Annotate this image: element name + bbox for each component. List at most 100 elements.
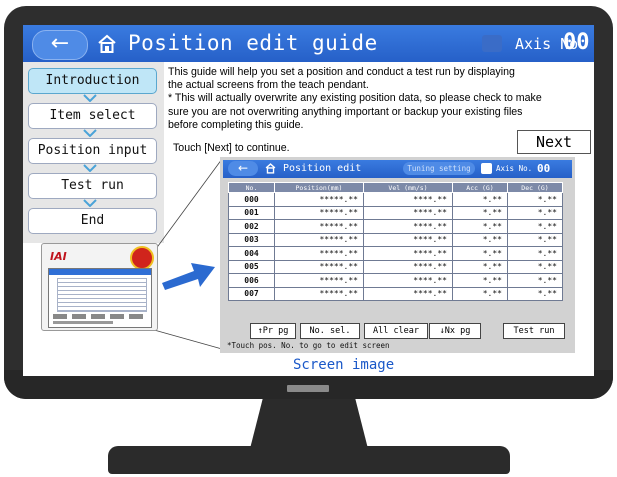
- table-row[interactable]: 005 *****.** ****.** *.** *.**: [228, 259, 563, 274]
- iai-logo: IAI: [50, 250, 67, 263]
- chevron-down-icon: [83, 129, 97, 137]
- acc-value: *.**: [452, 205, 508, 220]
- dec-value: *.**: [507, 232, 563, 247]
- preview-note: *Touch pos. No. to go to edit screen: [227, 341, 390, 350]
- position-no[interactable]: 005: [228, 259, 275, 274]
- preview-tuning-setting: Tuning setting: [403, 162, 475, 175]
- back-button[interactable]: ←: [32, 30, 88, 60]
- back-arrow-icon: ←: [50, 31, 70, 56]
- step-test-run[interactable]: Test run: [28, 173, 157, 199]
- position-value: *****.**: [274, 205, 364, 220]
- axis-chip-icon: [482, 35, 502, 52]
- position-value: *****.**: [274, 246, 364, 261]
- table-row[interactable]: 002 *****.** ****.** *.** *.**: [228, 219, 563, 234]
- emergency-stop-icon: [130, 246, 154, 270]
- dec-value: *.**: [507, 219, 563, 234]
- acc-value: *.**: [452, 219, 508, 234]
- preview-home-icon: [265, 163, 276, 174]
- table-row[interactable]: 001 *****.** ****.** *.** *.**: [228, 205, 563, 220]
- next-page-button[interactable]: ↓Nx pg: [429, 323, 481, 339]
- table-row[interactable]: 003 *****.** ****.** *.** *.**: [228, 232, 563, 247]
- guide-steps-sidebar: Introduction Item select Position input …: [23, 62, 164, 243]
- position-value: *****.**: [274, 286, 364, 301]
- table-row[interactable]: 006 *****.** ****.** *.** *.**: [228, 273, 563, 288]
- velocity-value: ****.**: [363, 259, 453, 274]
- velocity-value: ****.**: [363, 192, 453, 207]
- table-row[interactable]: 004 *****.** ****.** *.** *.**: [228, 246, 563, 261]
- velocity-value: ****.**: [363, 286, 453, 301]
- chevron-down-icon: [83, 164, 97, 172]
- velocity-value: ****.**: [363, 232, 453, 247]
- dec-value: *.**: [507, 246, 563, 261]
- table-row[interactable]: 007 *****.** ****.** *.** *.**: [228, 286, 563, 301]
- teach-pendant-image: IAI: [41, 243, 158, 331]
- screen-image-caption: Screen image: [293, 357, 395, 373]
- guide-line: This guide will help you set a position …: [168, 66, 515, 78]
- position-table: No. Position(mm) Vel (mm/s) Acc (G) Dec …: [228, 182, 563, 301]
- position-no[interactable]: 003: [228, 232, 275, 247]
- position-no[interactable]: 006: [228, 273, 275, 288]
- position-value: *****.**: [274, 219, 364, 234]
- table-row[interactable]: 000 *****.** ****.** *.** *.**: [228, 192, 563, 207]
- acc-value: *.**: [452, 273, 508, 288]
- guide-description: This guide will help you set a position …: [168, 66, 588, 132]
- test-run-button[interactable]: Test run: [503, 323, 565, 339]
- preview-axis-chip-icon: [481, 163, 492, 174]
- screen-image-preview: ← Position edit Tuning setting Axis No. …: [220, 157, 575, 353]
- guide-line: sure you are not overwriting anything im…: [168, 105, 523, 118]
- acc-value: *.**: [452, 286, 508, 301]
- monitor-stand-neck: [250, 399, 368, 447]
- dec-value: *.**: [507, 192, 563, 207]
- velocity-value: ****.**: [363, 273, 453, 288]
- guide-line: the actual screens from the teach pendan…: [168, 79, 369, 92]
- position-no[interactable]: 002: [228, 219, 275, 234]
- velocity-value: ****.**: [363, 246, 453, 261]
- chevron-down-icon: [83, 199, 97, 207]
- chevron-down-icon: [83, 94, 97, 102]
- step-item-select[interactable]: Item select: [28, 103, 157, 129]
- preview-back-icon: ←: [228, 161, 258, 176]
- table-header-row: No. Position(mm) Vel (mm/s) Acc (G) Dec …: [228, 182, 563, 193]
- pendant-mini-screen: [48, 268, 152, 328]
- position-no[interactable]: 001: [228, 205, 275, 220]
- axis-number: 00: [563, 30, 590, 55]
- home-icon[interactable]: [97, 34, 117, 54]
- step-position-input[interactable]: Position input: [28, 138, 157, 164]
- col-header-velocity: Vel (mm/s): [363, 182, 453, 193]
- next-button[interactable]: Next: [517, 130, 591, 154]
- monitor-stand-base: [108, 446, 510, 474]
- dec-value: *.**: [507, 259, 563, 274]
- position-no[interactable]: 004: [228, 246, 275, 261]
- velocity-value: ****.**: [363, 205, 453, 220]
- position-value: *****.**: [274, 232, 364, 247]
- dec-value: *.**: [507, 205, 563, 220]
- acc-value: *.**: [452, 192, 508, 207]
- acc-value: *.**: [452, 259, 508, 274]
- preview-title: Position edit: [283, 163, 362, 174]
- col-header-dec: Dec (G): [507, 182, 563, 193]
- acc-value: *.**: [452, 232, 508, 247]
- preview-axis-number: 00: [537, 162, 551, 175]
- arrow-right-icon: [162, 263, 215, 290]
- step-introduction[interactable]: Introduction: [28, 68, 157, 94]
- no-select-button[interactable]: No. sel.: [300, 323, 360, 339]
- col-header-acc: Acc (G): [452, 182, 508, 193]
- position-value: *****.**: [274, 273, 364, 288]
- dec-value: *.**: [507, 273, 563, 288]
- position-no[interactable]: 000: [228, 192, 275, 207]
- all-clear-button[interactable]: All clear: [364, 323, 428, 339]
- preview-axis-label: Axis No.: [496, 164, 533, 173]
- guide-screen: ← Position edit guide Axis No. 00 Introd…: [23, 25, 594, 376]
- step-end[interactable]: End: [28, 208, 157, 234]
- preview-title-bar: ← Position edit Tuning setting Axis No. …: [223, 160, 572, 178]
- position-no[interactable]: 007: [228, 286, 275, 301]
- prev-page-button[interactable]: ↑Pr pg: [250, 323, 296, 339]
- acc-value: *.**: [452, 246, 508, 261]
- dec-value: *.**: [507, 286, 563, 301]
- power-indicator: [287, 385, 329, 392]
- page-title: Position edit guide: [128, 31, 378, 55]
- position-value: *****.**: [274, 192, 364, 207]
- guide-line: * This will actually overwrite any exist…: [168, 92, 542, 105]
- velocity-value: ****.**: [363, 219, 453, 234]
- position-value: *****.**: [274, 259, 364, 274]
